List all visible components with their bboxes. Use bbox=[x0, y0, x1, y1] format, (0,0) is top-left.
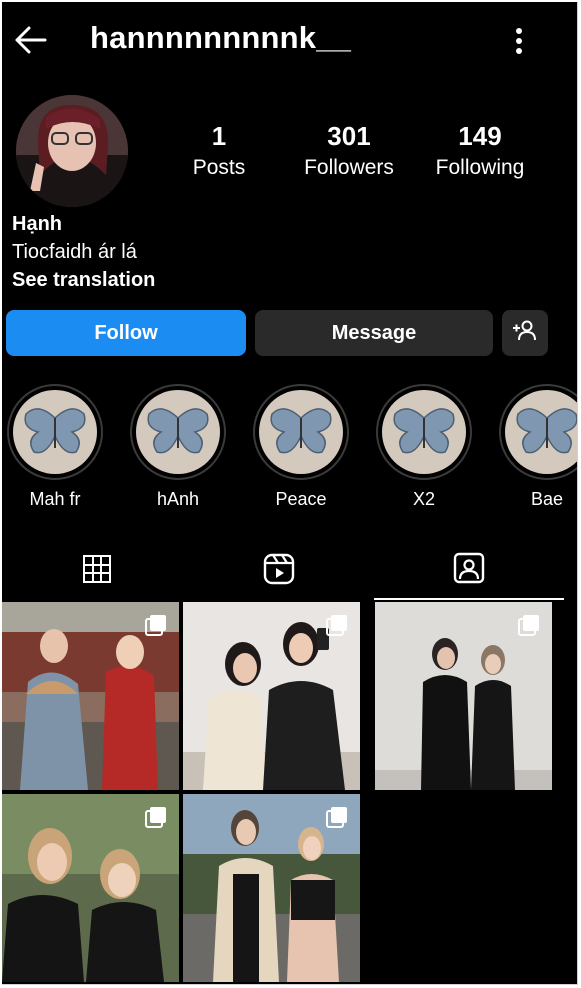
tagged-icon bbox=[453, 552, 485, 589]
highlight-label: Mah fr bbox=[29, 489, 81, 509]
multiple-photos-icon bbox=[326, 806, 348, 828]
tagged-post-thumbnail[interactable] bbox=[2, 794, 179, 982]
highlight-label: X2 bbox=[412, 489, 436, 509]
followers-label: Followers bbox=[304, 156, 394, 179]
suggest-user-button[interactable] bbox=[502, 310, 548, 356]
following-label: Following bbox=[435, 156, 525, 179]
posts-count[interactable]: 1 Posts bbox=[154, 120, 284, 180]
posts-value: 1 bbox=[211, 121, 227, 151]
followers-value: 301 bbox=[327, 121, 371, 151]
message-button[interactable]: Message bbox=[255, 310, 493, 356]
tagged-post-thumbnail[interactable] bbox=[2, 602, 179, 790]
multiple-photos-icon bbox=[326, 614, 348, 636]
following-value: 149 bbox=[458, 121, 502, 151]
butterfly-icon bbox=[505, 390, 577, 474]
butterfly-icon bbox=[136, 390, 220, 474]
tagged-post-thumbnail[interactable] bbox=[183, 602, 360, 790]
back-arrow-icon[interactable] bbox=[12, 24, 48, 56]
follow-button[interactable]: Follow bbox=[6, 310, 246, 356]
more-vertical-icon[interactable] bbox=[507, 24, 531, 58]
username: hannnnnnnnnk__ bbox=[90, 20, 352, 55]
profile-avatar[interactable] bbox=[16, 95, 128, 207]
person-add-icon bbox=[512, 319, 538, 347]
following-count[interactable]: 149 Following bbox=[415, 120, 545, 180]
tab-reels[interactable] bbox=[184, 542, 374, 600]
multiple-photos-icon bbox=[145, 614, 167, 636]
bio-text: Tiocfaidh ár lá bbox=[12, 241, 137, 263]
highlight-item[interactable]: Mah fr bbox=[7, 384, 103, 510]
multiple-photos-icon bbox=[145, 806, 167, 828]
multiple-photos-icon bbox=[518, 614, 540, 636]
tab-posts-grid[interactable] bbox=[2, 542, 192, 600]
followers-count[interactable]: 301 Followers bbox=[284, 120, 414, 180]
see-translation-link[interactable]: See translation bbox=[12, 266, 155, 294]
profile-screen: hannnnnnnnnk__ 1 Posts 301 Followers 149 bbox=[2, 2, 578, 985]
highlight-item[interactable]: Peace bbox=[253, 384, 349, 510]
posts-label: Posts bbox=[192, 156, 246, 179]
display-name: Hạnh bbox=[12, 213, 62, 235]
highlight-item[interactable]: Bae bbox=[499, 384, 577, 510]
butterfly-icon bbox=[259, 390, 343, 474]
tagged-post-thumbnail[interactable] bbox=[183, 794, 360, 982]
butterfly-icon bbox=[382, 390, 466, 474]
highlight-label: hAnh bbox=[156, 489, 200, 509]
highlight-item[interactable]: hAnh bbox=[130, 384, 226, 510]
reels-icon bbox=[263, 553, 295, 590]
butterfly-icon bbox=[13, 390, 97, 474]
tagged-post-thumbnail[interactable] bbox=[375, 602, 552, 790]
top-bar: hannnnnnnnnk__ bbox=[2, 2, 577, 78]
highlight-item[interactable]: X2 bbox=[376, 384, 472, 510]
tab-tagged[interactable] bbox=[374, 542, 564, 600]
grid-icon bbox=[82, 554, 112, 589]
highlight-label: Peace bbox=[275, 489, 327, 509]
highlight-label: Bae bbox=[530, 489, 564, 509]
profile-bio: Hạnh Tiocfaidh ár lá See translation bbox=[12, 210, 155, 294]
